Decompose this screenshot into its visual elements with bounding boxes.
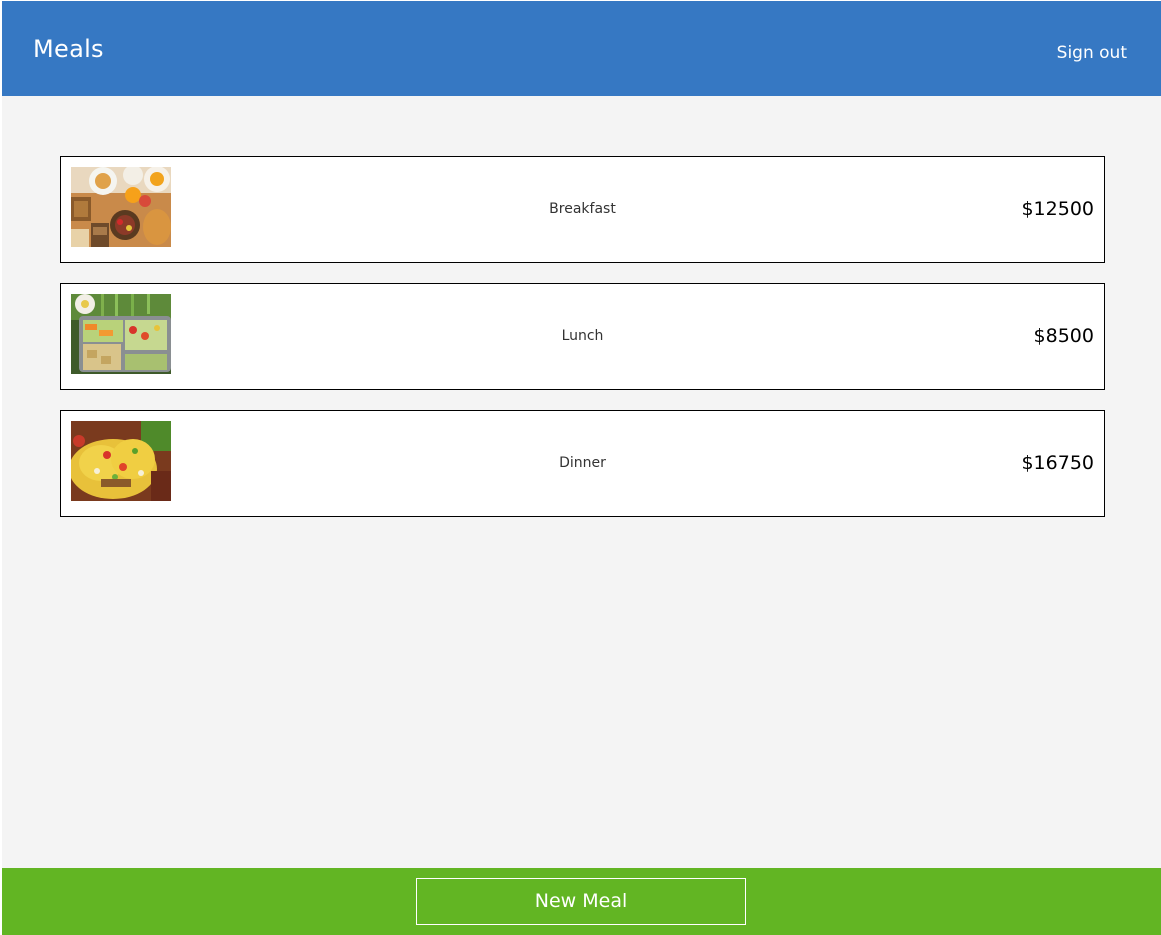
page-title: Meals xyxy=(33,35,104,63)
app-footer: New Meal xyxy=(2,868,1161,935)
meal-card-dinner[interactable]: Dinner $16750 xyxy=(60,410,1105,517)
new-meal-button[interactable]: New Meal xyxy=(416,878,746,925)
meal-price: $8500 xyxy=(1033,325,1094,347)
meal-price: $12500 xyxy=(1021,198,1094,220)
meal-name: Breakfast xyxy=(549,201,616,217)
meal-list: Breakfast $12500 Lunch $8500 Dinner $167… xyxy=(60,156,1105,537)
app-header: Meals Sign out xyxy=(2,1,1161,96)
meal-card-breakfast[interactable]: Breakfast $12500 xyxy=(60,156,1105,263)
meal-card-lunch[interactable]: Lunch $8500 xyxy=(60,283,1105,390)
meal-price: $16750 xyxy=(1021,452,1094,474)
meal-name: Dinner xyxy=(559,455,606,471)
meal-name: Lunch xyxy=(561,328,604,344)
sign-out-link[interactable]: Sign out xyxy=(1057,41,1127,65)
meals-app: Meals Sign out Breakfast $12500 Lunch $8… xyxy=(2,1,1161,935)
